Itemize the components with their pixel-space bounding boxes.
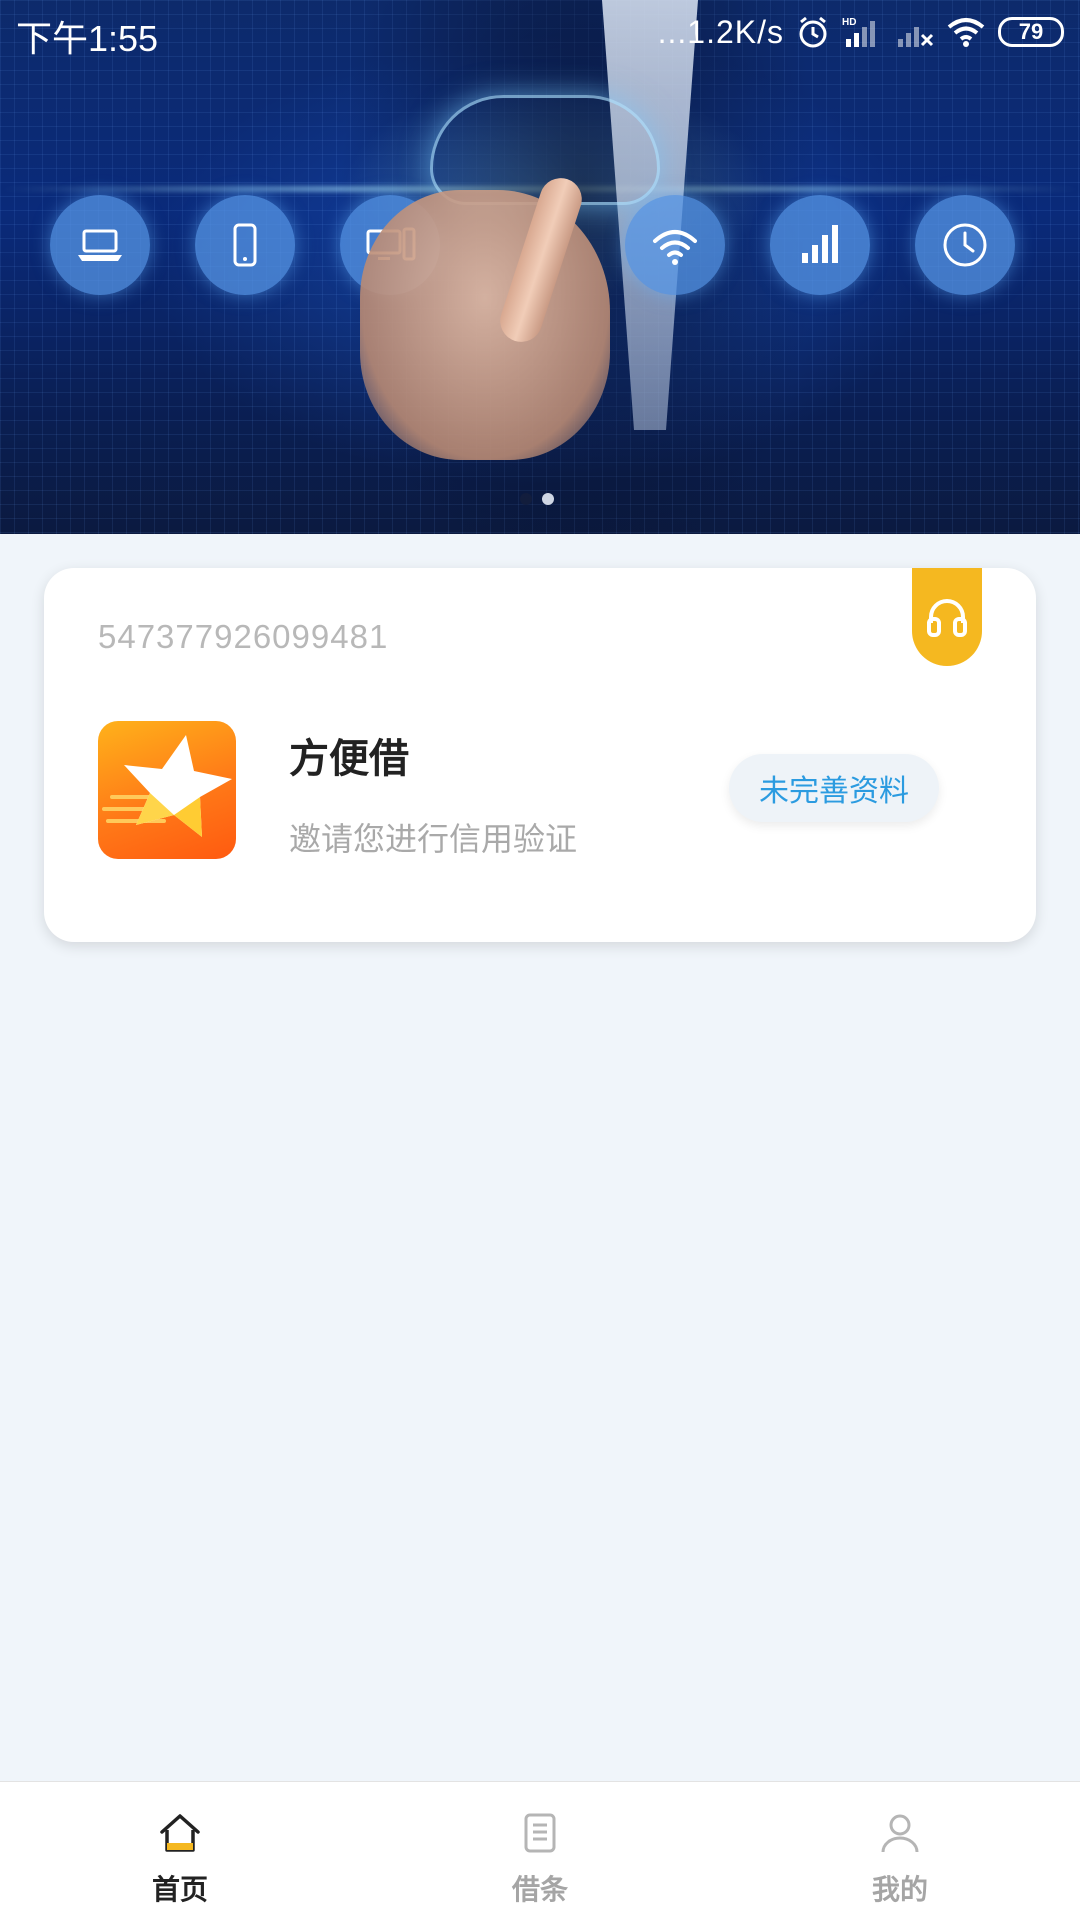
app-name: 方便借 <box>289 736 409 782</box>
carousel-indicator <box>520 493 554 505</box>
app-logo <box>98 721 236 859</box>
status-time: 下午1:55 <box>16 18 159 59</box>
customer-service-button[interactable] <box>912 568 982 666</box>
laptop-icon <box>50 195 150 295</box>
battery-level: 79 <box>1018 19 1044 44</box>
tab-home[interactable]: 首页 <box>0 1782 360 1920</box>
document-icon <box>524 1813 556 1853</box>
tab-iou-label: 借条 <box>511 1873 568 1906</box>
wifi-status-icon <box>947 18 985 47</box>
headset-icon <box>927 599 967 637</box>
wifi-icon <box>625 195 725 295</box>
loan-app-card[interactable]: 547377926099481 方便借 邀请您进行信用验证 未完善资料 <box>44 568 1036 942</box>
bottom-nav: 首页 借条 我的 <box>0 1781 1080 1920</box>
alarm-icon <box>799 16 827 48</box>
star-logo-icon <box>102 735 232 837</box>
card-id-number: 547377926099481 <box>98 618 389 655</box>
carousel-dot-active[interactable] <box>542 493 554 505</box>
hd-signal-icon: HD <box>842 17 875 47</box>
battery-icon: 79 <box>998 17 1064 47</box>
tab-home-label: 首页 <box>151 1873 208 1906</box>
app-subtitle: 邀请您进行信用验证 <box>289 820 578 858</box>
network-speed: ...1.2K/s <box>657 13 784 50</box>
tab-mine[interactable]: 我的 <box>720 1782 1080 1920</box>
carousel-dot[interactable] <box>520 493 532 505</box>
signal-bars-icon <box>770 195 870 295</box>
status-bar: 下午1:55 ...1.2K/s HD 79 <box>0 0 1080 64</box>
no-signal-icon <box>898 27 934 47</box>
user-icon <box>881 1814 919 1853</box>
tab-iou[interactable]: 借条 <box>360 1782 720 1920</box>
home-icon <box>160 1814 200 1852</box>
status-right: ...1.2K/s HD 79 <box>658 12 1064 52</box>
hero-banner[interactable] <box>0 0 1080 534</box>
tab-mine-label: 我的 <box>871 1873 928 1906</box>
phone-icon <box>195 195 295 295</box>
svg-text:HD: HD <box>842 17 856 28</box>
incomplete-profile-button[interactable]: 未完善资料 <box>729 754 939 822</box>
clock-icon <box>915 195 1015 295</box>
